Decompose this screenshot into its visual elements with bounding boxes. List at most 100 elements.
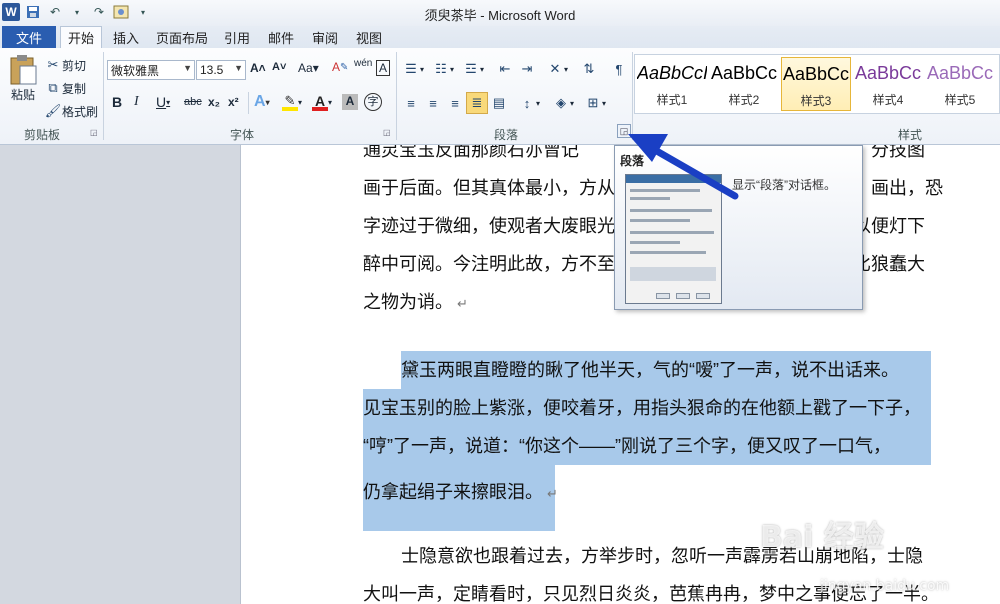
character-border-icon: A xyxy=(376,60,391,76)
text-line: 字迹过于微细，使观者大废眼光 xyxy=(363,216,615,236)
tab-review[interactable]: 审阅 xyxy=(306,26,344,48)
style-item[interactable]: AaBbCc 样式5 xyxy=(925,57,995,111)
align-left-button[interactable]: ≡ xyxy=(402,94,420,112)
brush-icon: 🖌 xyxy=(44,103,62,118)
align-right-button[interactable]: ≡ xyxy=(446,94,464,112)
chinese-layout-button[interactable]: ✕ ▾ xyxy=(546,60,568,78)
multilevel-list-button[interactable]: ☲ ▾ xyxy=(462,60,484,78)
scissors-icon: ✂ xyxy=(47,57,59,72)
bullets-button[interactable]: ☰ ▾ xyxy=(402,60,424,78)
style-item[interactable]: AaBbCc 样式2 xyxy=(709,57,779,111)
enclose-characters-button[interactable]: 字 xyxy=(364,93,382,111)
paragraph-mark-icon: ↵ xyxy=(457,296,468,311)
redo-icon[interactable]: ↷ xyxy=(90,3,108,21)
align-center-button[interactable]: ≡ xyxy=(424,94,442,112)
decrease-indent-icon: ⇤ xyxy=(499,61,511,76)
format-painter-label: 格式刷 xyxy=(62,104,99,119)
clear-format-label: A xyxy=(332,60,341,74)
style-sample: AaBbCc xyxy=(782,64,850,84)
multilevel-list-icon: ☲ xyxy=(465,61,477,76)
underline-button[interactable]: U ▾ xyxy=(156,94,170,110)
highlight-button[interactable]: ✎ ▾ xyxy=(282,93,302,111)
align-left-icon: ≡ xyxy=(407,95,415,111)
undo-dropdown-icon[interactable]: ▾ xyxy=(68,3,86,21)
font-size-box[interactable]: 13.5 ▼ xyxy=(196,60,246,80)
grow-font-label: A˄ xyxy=(250,61,266,75)
character-shading-icon: A xyxy=(342,94,358,110)
thumbnail-line xyxy=(630,251,706,254)
strikethrough-button[interactable]: abc xyxy=(184,96,202,108)
tab-mailings[interactable]: 邮件 xyxy=(262,26,300,48)
phonetic-guide-label: wén xyxy=(354,58,373,69)
tab-insert[interactable]: 插入 xyxy=(106,26,146,48)
tooltip-title: 段落 xyxy=(620,154,645,168)
thumbnail-line xyxy=(630,197,670,200)
chevron-down-icon: ▾ xyxy=(298,97,303,107)
undo-icon[interactable]: ↶ xyxy=(46,3,64,21)
paragraph-launcher-icon[interactable]: ◲ xyxy=(617,124,631,138)
tab-file[interactable]: 文件 xyxy=(2,26,56,48)
superscript-label: x² xyxy=(228,95,239,109)
font-launcher-icon[interactable]: ◲ xyxy=(383,128,391,137)
shading-button[interactable]: ◈ ▾ xyxy=(552,94,574,112)
thumbnail-line xyxy=(630,231,714,234)
baidu-watermark: Bai 经验 xyxy=(760,520,884,555)
thumbnail-line xyxy=(630,241,680,244)
distributed-button[interactable]: ▤ xyxy=(490,94,508,112)
phonetic-guide-button[interactable]: wén xyxy=(354,58,372,69)
paste-button[interactable]: 粘贴 xyxy=(6,54,40,114)
numbering-button[interactable]: ☷ ▾ xyxy=(432,60,454,78)
increase-indent-button[interactable]: ⇥ xyxy=(518,60,536,78)
save-icon[interactable] xyxy=(24,3,42,21)
font-color-button[interactable]: A ▾ xyxy=(312,93,332,111)
grow-font-button[interactable]: A˄ xyxy=(250,61,266,75)
chevron-down-icon: ▼ xyxy=(183,63,192,73)
highlighter-icon: ✎ xyxy=(282,93,298,111)
thumbnail-button xyxy=(676,293,690,299)
tab-page-layout[interactable]: 页面布局 xyxy=(152,26,212,48)
align-right-icon: ≡ xyxy=(451,95,459,111)
format-painter-button[interactable]: 🖌 格式刷 xyxy=(44,102,98,120)
chevron-down-icon: ▼ xyxy=(234,63,243,73)
copy-button[interactable]: ⧉ 复制 xyxy=(44,79,86,97)
text-effects-icon: A xyxy=(254,93,266,110)
subscript-button[interactable]: x₂ xyxy=(208,95,220,109)
style-item[interactable]: AaBbCc 样式3 xyxy=(781,57,851,111)
tab-references[interactable]: 引用 xyxy=(218,26,256,48)
style-item[interactable]: AaBbCcI 样式1 xyxy=(637,57,707,111)
borders-button[interactable]: ⊞ ▾ xyxy=(584,94,606,112)
clear-format-button[interactable]: A ✎ xyxy=(332,60,348,74)
bold-button[interactable]: B xyxy=(112,94,122,110)
font-name-value: 微软雅黑 xyxy=(111,63,160,78)
clipboard-launcher-icon[interactable]: ◲ xyxy=(90,128,98,137)
shrink-font-button[interactable]: A˅ xyxy=(272,61,286,73)
underline-label: U xyxy=(156,94,167,110)
tab-view[interactable]: 视图 xyxy=(350,26,388,48)
sort-button[interactable]: ⇅ xyxy=(580,60,598,78)
change-case-button[interactable]: Aa ▾ xyxy=(298,61,319,75)
justify-icon: ≣ xyxy=(471,95,483,110)
style-sample: AaBbCcI xyxy=(637,63,707,83)
character-border-button[interactable]: A xyxy=(376,60,391,76)
decrease-indent-button[interactable]: ⇤ xyxy=(496,60,514,78)
pilcrow-icon: ¶ xyxy=(615,61,623,77)
align-center-icon: ≡ xyxy=(429,95,437,111)
customize-dropdown-icon[interactable]: ▾ xyxy=(134,3,152,21)
superscript-button[interactable]: x² xyxy=(228,95,239,109)
cut-button[interactable]: ✂ 剪切 xyxy=(44,56,86,74)
word-icon[interactable]: W xyxy=(2,3,20,21)
style-item[interactable]: AaBbCc 样式4 xyxy=(853,57,923,111)
divider xyxy=(248,92,249,114)
line-spacing-button[interactable]: ↕ ▾ xyxy=(518,94,540,112)
paragraph-tooltip: 段落 显示“段落”对话框。 xyxy=(614,145,863,310)
show-marks-button[interactable]: ¶ xyxy=(610,60,628,78)
customize-icon[interactable] xyxy=(112,3,130,21)
text-effects-button[interactable]: A ▾ xyxy=(254,93,270,111)
chevron-down-icon: ▾ xyxy=(570,98,575,108)
tab-home[interactable]: 开始 xyxy=(60,26,102,48)
font-name-box[interactable]: 微软雅黑 ▼ xyxy=(107,60,195,80)
justify-button[interactable]: ≣ xyxy=(466,92,488,114)
ribbon: 粘贴 ✂ 剪切 ⧉ 复制 🖌 格式刷 剪贴板 ◲ 微软雅黑 ▼ 13.5 ▼ A˄ A˅ … xyxy=(0,48,1000,145)
character-shading-button[interactable]: A xyxy=(342,94,358,110)
italic-button[interactable]: I xyxy=(134,94,139,110)
